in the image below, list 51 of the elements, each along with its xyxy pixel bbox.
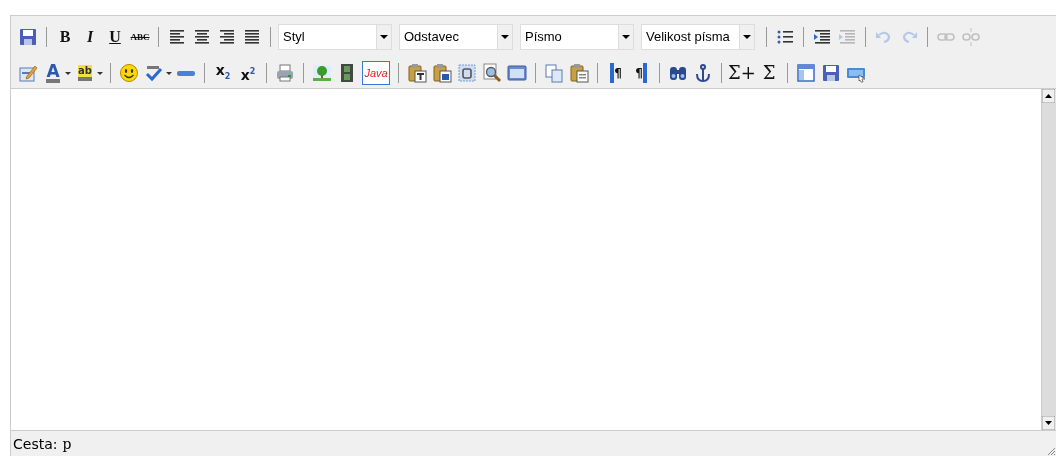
caret-icon[interactable] bbox=[166, 71, 172, 75]
sigma-plus-button[interactable]: Σ+ bbox=[730, 63, 754, 83]
printer-icon[interactable] bbox=[275, 63, 295, 83]
paste-text-icon[interactable] bbox=[407, 63, 427, 83]
superscript-button[interactable]: x$^{2}$ bbox=[238, 63, 258, 83]
caret-icon[interactable] bbox=[65, 71, 71, 75]
align-center-icon[interactable] bbox=[192, 27, 212, 47]
select-all-icon[interactable] bbox=[457, 63, 477, 83]
caret-icon bbox=[743, 35, 751, 39]
smiley-icon[interactable] bbox=[119, 63, 139, 83]
subscript-button[interactable]: x$_{2}$ bbox=[213, 63, 233, 83]
right-to-left-button[interactable]: ¶ bbox=[631, 63, 651, 83]
align-left-icon[interactable] bbox=[167, 27, 187, 47]
sigma-button[interactable]: Σ bbox=[759, 63, 779, 83]
pencil-icon[interactable] bbox=[18, 63, 38, 83]
save-icon[interactable] bbox=[18, 27, 38, 47]
resize-handle-icon[interactable] bbox=[1046, 446, 1056, 456]
caret-icon bbox=[622, 35, 630, 39]
save-icon[interactable] bbox=[821, 63, 841, 83]
dropdown[interactable]: Písmo bbox=[520, 24, 634, 50]
caret-icon bbox=[501, 35, 509, 39]
caret-icon bbox=[380, 35, 388, 39]
highlight-button[interactable]: ab bbox=[75, 63, 95, 83]
path-link[interactable]: p bbox=[62, 435, 72, 452]
anchor-icon[interactable] bbox=[693, 63, 713, 83]
scroll-up-icon[interactable] bbox=[1042, 89, 1055, 103]
paste-word-icon[interactable] bbox=[432, 63, 452, 83]
left-to-right-button[interactable]: ¶ bbox=[606, 63, 626, 83]
tree-picture-icon[interactable] bbox=[312, 63, 332, 83]
dropdown[interactable]: Velikost písma bbox=[641, 24, 755, 50]
strikethrough-button[interactable]: ABC bbox=[130, 27, 150, 47]
dropdown[interactable]: Odstavec bbox=[399, 24, 513, 50]
path-label: Cesta: bbox=[13, 435, 58, 452]
window-icon[interactable] bbox=[507, 63, 527, 83]
preview-icon[interactable] bbox=[482, 63, 502, 83]
caret-icon[interactable] bbox=[97, 71, 103, 75]
scrollbar[interactable] bbox=[1041, 89, 1056, 430]
bold-button[interactable]: B bbox=[55, 27, 75, 47]
scroll-down-icon[interactable] bbox=[1042, 416, 1055, 430]
spellcheck-icon[interactable] bbox=[144, 63, 164, 83]
dropdown[interactable]: Styl bbox=[278, 24, 392, 50]
indent-icon[interactable] bbox=[812, 27, 832, 47]
align-right-icon[interactable] bbox=[217, 27, 237, 47]
paste-icon[interactable] bbox=[569, 63, 589, 83]
underline-button[interactable]: U bbox=[105, 27, 125, 47]
template-icon[interactable] bbox=[796, 63, 816, 83]
align-justify-icon[interactable] bbox=[242, 27, 262, 47]
java-button[interactable]: Java bbox=[362, 61, 390, 85]
italic-button[interactable]: I bbox=[80, 27, 100, 47]
copy-icon[interactable] bbox=[544, 63, 564, 83]
font-color-button[interactable]: A bbox=[43, 63, 63, 83]
